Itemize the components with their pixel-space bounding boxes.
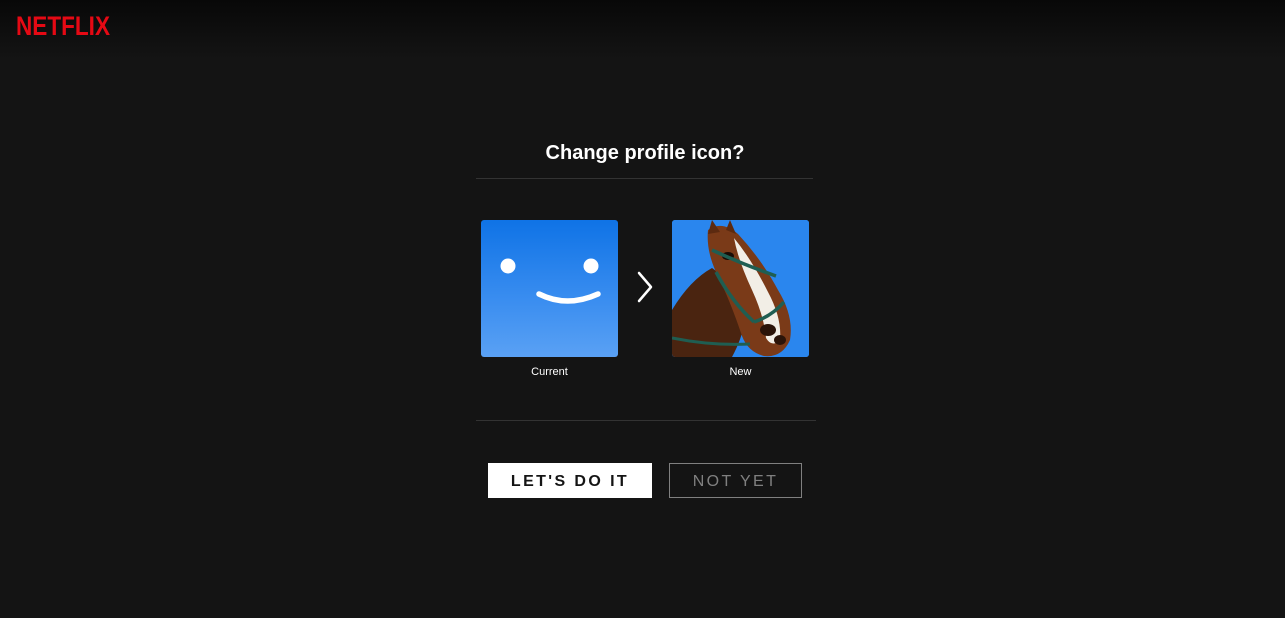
dialog-title: Change profile icon? [545,142,745,164]
chevron-right-icon [636,271,654,303]
lets-do-it-button[interactable]: LET'S DO IT [488,463,652,498]
new-label: New [729,366,752,378]
header-bar: NETFLIX [0,0,1285,60]
new-avatar [672,220,809,357]
current-label: Current [531,366,568,378]
logo-text: NETFLIX [16,11,110,38]
divider-bottom [476,420,816,421]
netflix-logo[interactable]: NETFLIX [16,10,110,38]
current-avatar [481,220,618,357]
smiley-face-icon [500,258,601,304]
divider-top [476,178,813,179]
horse-photo-icon [672,220,809,357]
not-yet-button[interactable]: NOT YET [669,463,802,498]
